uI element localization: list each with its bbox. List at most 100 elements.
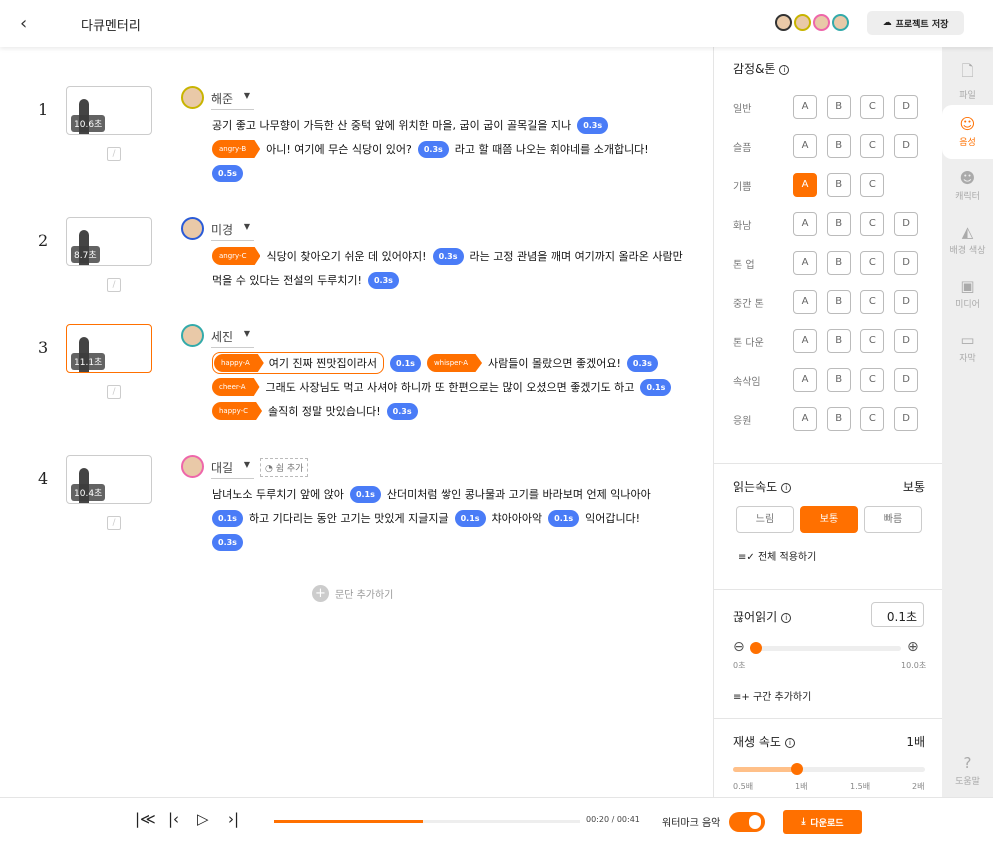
emotion-option-button[interactable]: D xyxy=(894,212,919,236)
tab-file[interactable]: 🗋 파일 xyxy=(942,51,993,105)
script-text[interactable]: 사람들이 몰랐으면 좋겠어요! xyxy=(488,355,621,371)
scene-thumbnail[interactable]: 8.7초 xyxy=(66,217,152,266)
script-text[interactable]: 하고 기다리는 동안 고기는 맛있게 지글지글 xyxy=(249,510,449,526)
emotion-option-button[interactable]: C xyxy=(860,290,885,314)
add-paragraph-button[interactable]: + 문단 추가하기 xyxy=(312,585,393,602)
script-text[interactable]: 여기 진짜 찐맛집이라서 xyxy=(269,355,377,371)
emotion-option-button[interactable]: A xyxy=(793,95,817,119)
pause-chip[interactable]: 0.1s xyxy=(640,378,672,396)
emotion-option-button[interactable]: A xyxy=(793,329,817,353)
add-rest-button[interactable]: ◔ 쉼 추가 xyxy=(260,458,309,477)
slider-handle[interactable] xyxy=(790,763,803,775)
emotion-option-button[interactable]: A xyxy=(793,251,817,275)
emotion-option-button[interactable]: B xyxy=(826,212,851,236)
emotion-option-button[interactable]: B xyxy=(826,95,851,119)
script-text[interactable]: 라고 할 때쯤 나오는 휘야네를 소개합니다! xyxy=(455,141,649,157)
tab-voice[interactable]: ☺ 음성 xyxy=(942,105,993,159)
next-icon[interactable]: ›| xyxy=(228,810,239,828)
emotion-option-button[interactable]: B xyxy=(826,329,851,353)
speaker-select[interactable]: 해준 ▼ xyxy=(211,90,254,110)
pause-chip[interactable]: 0.3s xyxy=(432,247,464,265)
emotion-option-button[interactable]: A xyxy=(793,212,817,236)
edit-icon[interactable]: / xyxy=(107,385,121,399)
pause-chip[interactable]: 0.3s xyxy=(417,140,449,158)
emotion-option-button[interactable]: A xyxy=(793,368,817,392)
scene-thumbnail[interactable]: 10.4초 xyxy=(66,455,152,504)
slider-handle[interactable] xyxy=(749,642,762,654)
emotion-option-button[interactable]: B xyxy=(826,290,851,314)
apply-all-button[interactable]: ≡✓ 전체 적용하기 xyxy=(738,548,816,563)
script-text[interactable]: 아니! 여기에 무슨 식당이 있어? xyxy=(266,141,412,157)
emotion-option-button[interactable]: C xyxy=(860,212,885,236)
play-icon[interactable]: ▷ xyxy=(197,810,209,828)
selected-segment[interactable]: happy-A 여기 진짜 찐맛집이라서 xyxy=(212,352,384,374)
emotion-tag[interactable]: whisper-A xyxy=(426,354,483,372)
emotion-option-button[interactable]: B xyxy=(826,368,851,392)
edit-icon[interactable]: / xyxy=(107,516,121,530)
emotion-tag[interactable]: happy-A xyxy=(214,354,264,372)
speaker-avatar[interactable] xyxy=(181,217,204,240)
add-section-button[interactable]: ≡+ 구간 추가하기 xyxy=(733,688,811,703)
speed-normal-button[interactable]: 보통 xyxy=(800,506,858,533)
script-text[interactable]: 산더미처럼 쌓인 콩나물과 고기를 바라보며 언제 익나아아 xyxy=(387,486,651,502)
pause-chip[interactable]: 0.5s xyxy=(212,164,243,182)
emotion-option-button[interactable]: A xyxy=(793,407,817,431)
emotion-tag[interactable]: angry-C xyxy=(212,247,261,265)
playback-progress[interactable] xyxy=(274,820,580,823)
emotion-option-button[interactable]: A xyxy=(793,173,817,197)
download-button[interactable]: ⤓ 다운로드 xyxy=(783,810,862,834)
emotion-option-button[interactable]: D xyxy=(894,368,919,392)
speaker-avatar[interactable] xyxy=(181,455,204,478)
info-icon[interactable]: i xyxy=(784,738,795,748)
info-icon[interactable]: i xyxy=(781,613,792,623)
edit-icon[interactable]: / xyxy=(107,278,121,292)
emotion-tag[interactable]: angry-B xyxy=(212,140,261,158)
speaker-select[interactable]: 세진 ▼ xyxy=(211,328,254,348)
pause-chip[interactable]: 0.3s xyxy=(577,116,609,134)
speaker-select[interactable]: 대길 ▼ xyxy=(211,459,254,479)
emotion-option-button[interactable]: C xyxy=(860,95,885,119)
playback-speed-slider[interactable] xyxy=(733,763,925,775)
tab-subtitle[interactable]: ▭ 자막 xyxy=(942,321,993,375)
emotion-option-button[interactable]: D xyxy=(894,251,919,275)
emotion-tag[interactable]: cheer-A xyxy=(212,378,260,396)
emotion-option-button[interactable]: B xyxy=(826,173,851,197)
pause-chip[interactable]: 0.1s xyxy=(548,509,580,527)
emotion-option-button[interactable]: D xyxy=(894,290,919,314)
emotion-option-button[interactable]: D xyxy=(894,134,919,158)
pause-value-input[interactable]: 0.1초 xyxy=(871,602,924,627)
speaker-select[interactable]: 미경 ▼ xyxy=(211,221,254,241)
skip-to-start-icon[interactable]: |≪ xyxy=(135,810,156,828)
previous-icon[interactable]: |‹ xyxy=(168,810,179,828)
emotion-option-button[interactable]: D xyxy=(894,407,919,431)
pause-chip[interactable]: 0.1s xyxy=(212,509,243,527)
save-project-button[interactable]: ☁ 프로젝트 저장 xyxy=(867,11,964,35)
info-icon[interactable]: i xyxy=(779,65,790,75)
emotion-option-button[interactable]: D xyxy=(894,329,919,353)
emotion-tag[interactable]: happy-C xyxy=(212,402,263,420)
script-text[interactable]: 라는 고정 관념을 깨며 여기까지 올라온 사람만 xyxy=(470,248,683,264)
minus-circle-icon[interactable]: ⊖ xyxy=(733,639,745,655)
emotion-option-button[interactable]: C xyxy=(860,173,885,197)
pause-chip[interactable]: 0.3s xyxy=(626,354,658,372)
edit-icon[interactable]: / xyxy=(107,147,121,161)
script-text[interactable]: 솔직히 정말 맛있습니다! xyxy=(268,403,381,419)
script-text[interactable]: 챠아아아악 xyxy=(492,510,543,526)
script-text[interactable]: 먹을 수 있다는 전설의 두루치기! xyxy=(212,272,362,288)
emotion-option-button[interactable]: C xyxy=(860,329,885,353)
emotion-option-button[interactable]: C xyxy=(860,251,885,275)
script-text[interactable]: 식당이 찾아오기 쉬운 데 있어야지! xyxy=(266,248,426,264)
speed-fast-button[interactable]: 빠름 xyxy=(864,506,922,533)
watermark-toggle[interactable] xyxy=(729,812,765,832)
emotion-option-button[interactable]: B xyxy=(826,407,851,431)
speed-slow-button[interactable]: 느림 xyxy=(736,506,794,533)
pause-slider[interactable] xyxy=(749,642,901,654)
back-arrow-icon[interactable]: ‹ xyxy=(20,13,27,34)
emotion-option-button[interactable]: B xyxy=(826,251,851,275)
emotion-option-button[interactable]: A xyxy=(793,290,817,314)
tab-media[interactable]: ▣ 미디어 xyxy=(942,267,993,321)
tab-character[interactable]: ☻ 캐릭터 xyxy=(942,159,993,213)
pause-chip[interactable]: 0.3s xyxy=(386,402,418,420)
pause-chip[interactable]: 0.3s xyxy=(212,533,243,551)
emotion-option-button[interactable]: D xyxy=(894,95,919,119)
